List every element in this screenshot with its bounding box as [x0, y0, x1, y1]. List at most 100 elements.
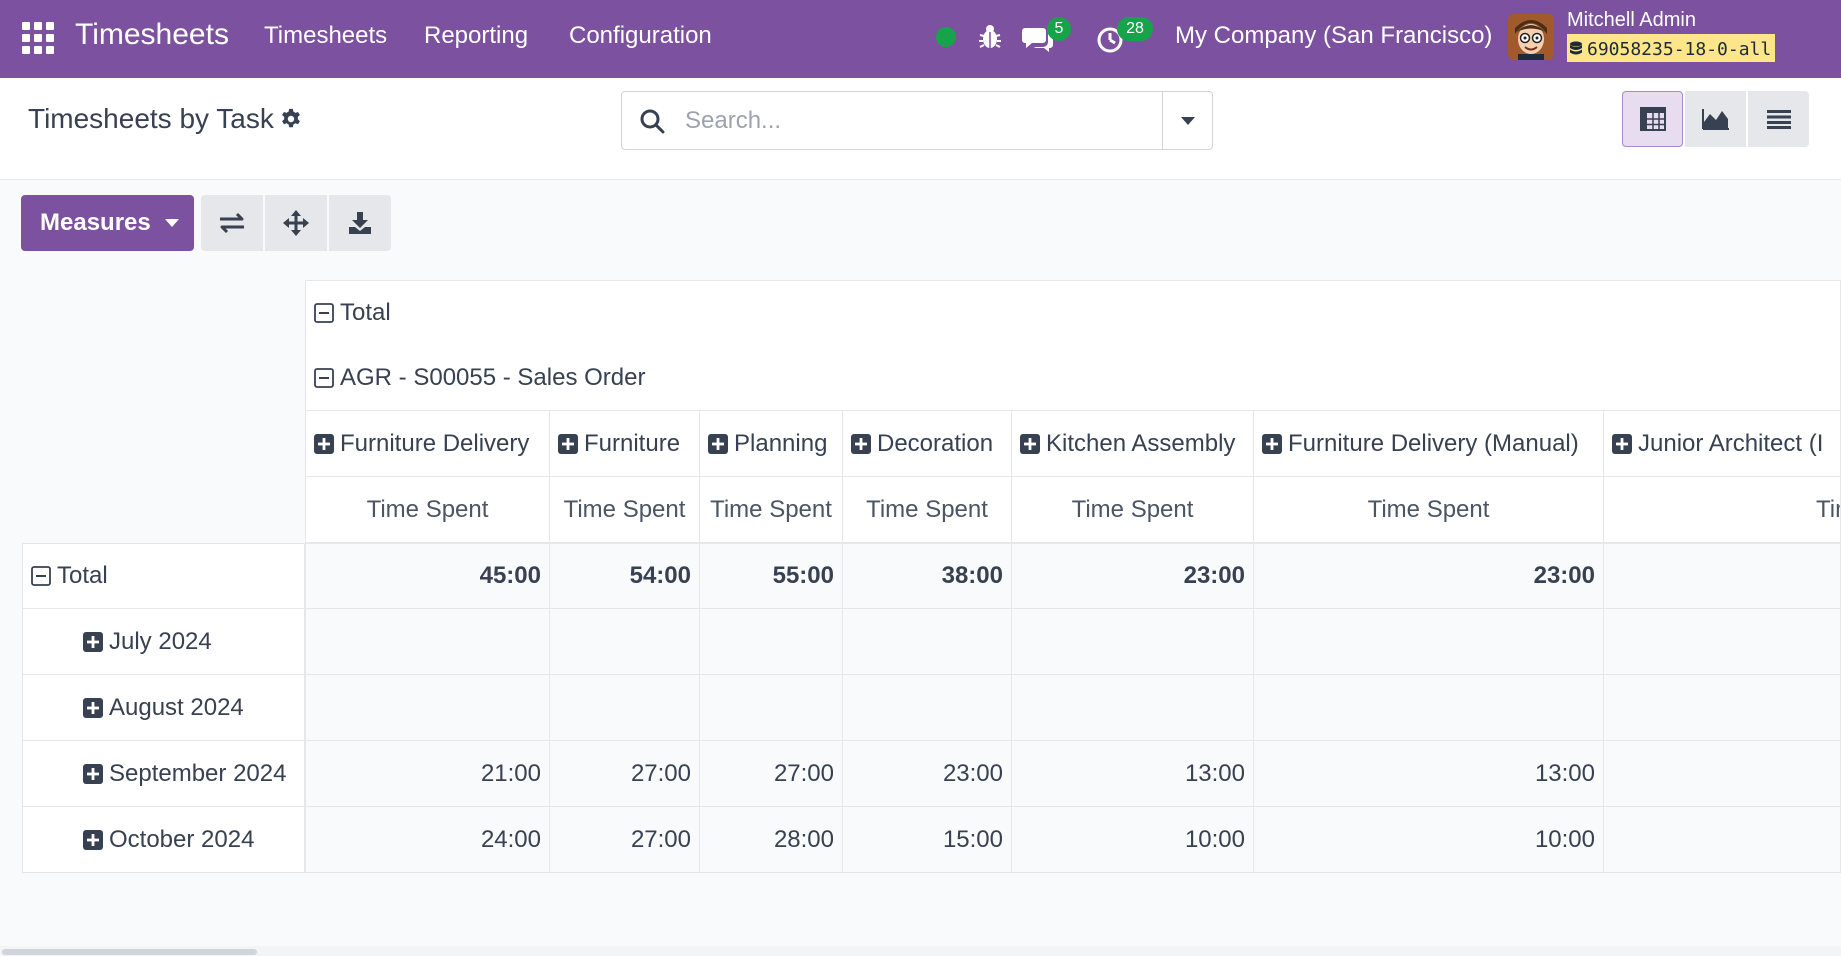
total-cell[interactable]: 38:00: [843, 543, 1012, 609]
measure-header[interactable]: Time Spent: [843, 477, 1012, 543]
measure-header[interactable]: Time Spent: [1604, 477, 1841, 543]
data-cell[interactable]: [843, 675, 1012, 741]
collapse-icon[interactable]: [314, 303, 334, 323]
data-cell[interactable]: 23:00: [843, 741, 1012, 807]
graph-view-button[interactable]: [1685, 91, 1746, 147]
data-cell[interactable]: [305, 609, 550, 675]
data-cell[interactable]: [700, 609, 843, 675]
data-cell[interactable]: [550, 609, 700, 675]
control-panel: Timesheets by Task: [0, 78, 1841, 180]
measure-header[interactable]: Time Spent: [700, 477, 843, 543]
menu-timesheets[interactable]: Timesheets: [264, 22, 387, 50]
expand-all-button[interactable]: [265, 195, 327, 251]
expand-icon[interactable]: [83, 829, 103, 850]
row-header-month[interactable]: July 2024: [22, 609, 305, 675]
data-cell[interactable]: 15:00: [843, 807, 1012, 873]
total-cell[interactable]: 23:00: [1012, 543, 1254, 609]
expand-icon[interactable]: [1262, 433, 1282, 454]
scrollbar-thumb[interactable]: [2, 949, 257, 955]
pivot-view-button[interactable]: [1622, 91, 1683, 147]
expand-icon[interactable]: [1612, 433, 1632, 454]
list-view-button[interactable]: [1748, 91, 1809, 147]
data-cell[interactable]: 10:00: [1254, 807, 1604, 873]
expand-icon[interactable]: [83, 697, 103, 718]
data-cell[interactable]: [1254, 609, 1604, 675]
data-cell[interactable]: [1604, 741, 1841, 807]
expand-icon[interactable]: [314, 433, 334, 454]
measures-button[interactable]: Measures: [21, 195, 194, 251]
data-cell[interactable]: [1254, 675, 1604, 741]
column-header-task[interactable]: Planning: [700, 411, 843, 477]
data-cell[interactable]: [700, 675, 843, 741]
total-cell[interactable]: 45:00: [305, 543, 550, 609]
data-cell-value: 27:00: [773, 759, 834, 787]
column-header-task[interactable]: Furniture: [550, 411, 700, 477]
caret-down-icon: [164, 219, 179, 227]
data-cell[interactable]: [1604, 609, 1841, 675]
data-cell[interactable]: [550, 675, 700, 741]
expand-icon[interactable]: [83, 763, 103, 784]
horizontal-scrollbar[interactable]: [0, 946, 1841, 956]
column-header-task[interactable]: Decoration: [843, 411, 1012, 477]
menu-reporting[interactable]: Reporting: [424, 22, 528, 50]
column-header-task-label: Planning: [734, 429, 828, 457]
total-cell[interactable]: 55:00: [700, 543, 843, 609]
user-avatar[interactable]: [1508, 14, 1554, 60]
data-cell[interactable]: 21:00: [305, 741, 550, 807]
data-cell[interactable]: 27:00: [550, 807, 700, 873]
gear-icon[interactable]: [280, 108, 302, 130]
measure-header[interactable]: Time Spent: [1254, 477, 1604, 543]
row-header-month[interactable]: September 2024: [22, 741, 305, 807]
row-header-total[interactable]: Total: [22, 543, 305, 609]
expand-icon[interactable]: [1020, 433, 1040, 454]
data-cell[interactable]: [843, 609, 1012, 675]
menu-configuration[interactable]: Configuration: [569, 22, 712, 50]
collapse-icon[interactable]: [31, 566, 51, 586]
database-name: 69058235-18-0-all: [1587, 38, 1772, 60]
data-cell[interactable]: 13:00: [1012, 741, 1254, 807]
measure-header[interactable]: Time Spent: [1012, 477, 1254, 543]
data-cell[interactable]: 13:00: [1254, 741, 1604, 807]
collapse-icon[interactable]: [314, 367, 334, 388]
data-cell-value: 27:00: [630, 825, 691, 853]
activities-count-badge: 28: [1117, 17, 1153, 41]
data-cell[interactable]: [1012, 675, 1254, 741]
column-header-total[interactable]: Total: [305, 280, 1841, 346]
column-header-task-label: Furniture Delivery (Manual): [1288, 429, 1579, 457]
total-cell[interactable]: [1604, 543, 1841, 609]
column-header-task[interactable]: Kitchen Assembly: [1012, 411, 1254, 477]
total-cell[interactable]: 54:00: [550, 543, 700, 609]
data-cell[interactable]: [1604, 807, 1841, 873]
row-header-month[interactable]: August 2024: [22, 675, 305, 741]
column-header-task[interactable]: Furniture Delivery (Manual): [1254, 411, 1604, 477]
column-header-sales-order[interactable]: AGR - S00055 - Sales Order: [305, 345, 1841, 411]
download-button[interactable]: [329, 195, 391, 251]
data-cell[interactable]: 28:00: [700, 807, 843, 873]
app-name[interactable]: Timesheets: [75, 18, 229, 52]
expand-icon[interactable]: [851, 433, 871, 454]
app-menu-grid-icon[interactable]: [22, 22, 54, 54]
expand-icon[interactable]: [558, 433, 578, 454]
data-cell[interactable]: [305, 675, 550, 741]
expand-icon[interactable]: [83, 631, 103, 652]
debug-bug-icon[interactable]: [978, 24, 1002, 50]
user-name[interactable]: Mitchell Admin: [1567, 9, 1696, 32]
flip-axis-button[interactable]: [201, 195, 263, 251]
company-switcher[interactable]: My Company (San Francisco): [1175, 22, 1492, 50]
data-cell[interactable]: 27:00: [700, 741, 843, 807]
column-header-task[interactable]: Junior Architect (I: [1604, 411, 1841, 477]
total-cell[interactable]: 23:00: [1254, 543, 1604, 609]
search-input[interactable]: [685, 106, 1145, 135]
column-header-task[interactable]: Furniture Delivery: [305, 411, 550, 477]
data-cell[interactable]: 24:00: [305, 807, 550, 873]
measure-header[interactable]: Time Spent: [305, 477, 550, 543]
data-cell[interactable]: 10:00: [1012, 807, 1254, 873]
data-cell[interactable]: 27:00: [550, 741, 700, 807]
expand-icon[interactable]: [708, 433, 728, 454]
total-cell-value: 23:00: [1183, 562, 1245, 589]
data-cell[interactable]: [1012, 609, 1254, 675]
measure-header[interactable]: Time Spent: [550, 477, 700, 543]
search-options-toggle[interactable]: [1162, 92, 1212, 149]
row-header-month[interactable]: October 2024: [22, 807, 305, 873]
data-cell[interactable]: [1604, 675, 1841, 741]
